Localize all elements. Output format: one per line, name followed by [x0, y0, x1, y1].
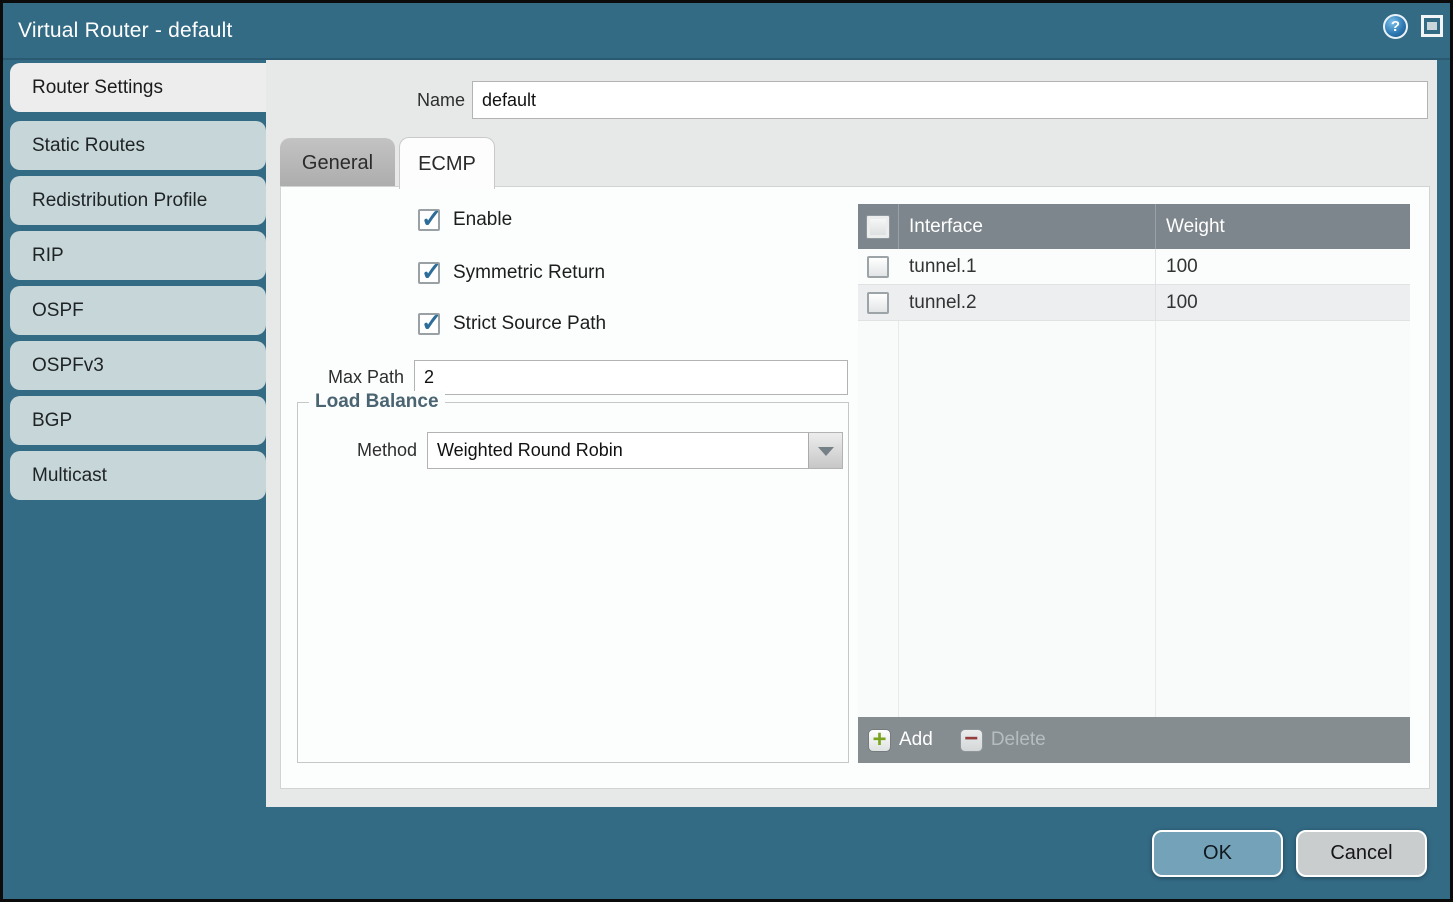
max-path-input[interactable] [414, 360, 848, 395]
sidebar-item-redistribution-profile[interactable]: Redistribution Profile [10, 176, 266, 225]
column-divider [1155, 321, 1156, 717]
table-row[interactable]: tunnel.2 100 [858, 285, 1410, 321]
tab-ecmp[interactable]: ECMP [399, 137, 495, 189]
window-restore-icon[interactable] [1421, 15, 1443, 37]
tab-general[interactable]: General [280, 138, 395, 186]
check-icon: ✓ [421, 308, 442, 338]
check-icon: ✓ [421, 204, 442, 234]
sidebar-item-bgp[interactable]: BGP [10, 396, 266, 445]
select-all-checkbox[interactable] [866, 215, 890, 239]
table-empty-area [858, 321, 1410, 717]
sidebar-item-rip[interactable]: RIP [10, 231, 266, 280]
symmetric-return-label: Symmetric Return [453, 262, 605, 284]
delete-minus-icon: − [960, 729, 983, 752]
strict-source-path-checkbox[interactable]: ✓ [418, 313, 440, 335]
interface-column-header: Interface [898, 204, 1155, 249]
check-icon: ✓ [421, 257, 442, 287]
sidebar-item-multicast[interactable]: Multicast [10, 451, 266, 500]
chevron-down-icon [818, 447, 834, 456]
name-input[interactable] [472, 81, 1428, 119]
sidebar-item-ospfv3[interactable]: OSPFv3 [10, 341, 266, 390]
row-checkbox-cell [858, 249, 898, 284]
cancel-button[interactable]: Cancel [1296, 830, 1427, 877]
table-row[interactable]: tunnel.1 100 [858, 249, 1410, 285]
interface-cell: tunnel.2 [898, 285, 1155, 320]
enable-row: ✓ Enable [418, 209, 512, 231]
add-button[interactable]: + Add [868, 729, 933, 752]
delete-button-label: Delete [991, 729, 1046, 751]
enable-checkbox[interactable]: ✓ [418, 209, 440, 231]
row-checkbox-cell [858, 285, 898, 320]
method-selected-value: Weighted Round Robin [437, 433, 623, 468]
add-button-label: Add [899, 729, 933, 751]
weight-cell: 100 [1155, 285, 1410, 320]
table-toolbar: + Add − Delete [858, 717, 1410, 763]
dialog-title: Virtual Router - default [18, 3, 233, 58]
weight-column-header: Weight [1155, 204, 1410, 249]
strict-source-path-label: Strict Source Path [453, 313, 606, 335]
symmetric-return-checkbox[interactable]: ✓ [418, 262, 440, 284]
ok-button[interactable]: OK [1152, 830, 1283, 877]
method-select[interactable]: Weighted Round Robin [427, 432, 843, 469]
row-checkbox[interactable] [867, 292, 889, 314]
method-label: Method [341, 432, 417, 469]
virtual-router-dialog: Virtual Router - default ? Router Settin… [0, 0, 1453, 902]
help-icon[interactable]: ? [1383, 14, 1408, 39]
symmetric-return-row: ✓ Symmetric Return [418, 262, 605, 284]
max-path-label: Max Path [300, 360, 404, 395]
delete-button[interactable]: − Delete [960, 729, 1046, 752]
weight-cell: 100 [1155, 249, 1410, 284]
load-balance-fieldset: Load Balance Method Weighted Round Robin [297, 402, 849, 763]
strict-source-path-row: ✓ Strict Source Path [418, 313, 606, 335]
sidebar-item-ospf[interactable]: OSPF [10, 286, 266, 335]
load-balance-legend: Load Balance [309, 391, 445, 413]
method-dropdown-button[interactable] [808, 433, 842, 468]
dialog-titlebar: Virtual Router - default ? [3, 3, 1450, 60]
ecmp-interface-table: Interface Weight tunnel.1 100 tunnel.2 1… [858, 204, 1410, 763]
header-checkbox-cell [858, 204, 898, 249]
sidebar-item-static-routes[interactable]: Static Routes [10, 121, 266, 170]
sidebar-item-router-settings[interactable]: Router Settings [10, 63, 270, 112]
interface-cell: tunnel.1 [898, 249, 1155, 284]
add-plus-icon: + [868, 729, 891, 752]
row-checkbox[interactable] [867, 256, 889, 278]
name-label: Name [370, 81, 465, 119]
table-header: Interface Weight [858, 204, 1410, 249]
column-divider [898, 321, 899, 717]
enable-label: Enable [453, 209, 512, 231]
